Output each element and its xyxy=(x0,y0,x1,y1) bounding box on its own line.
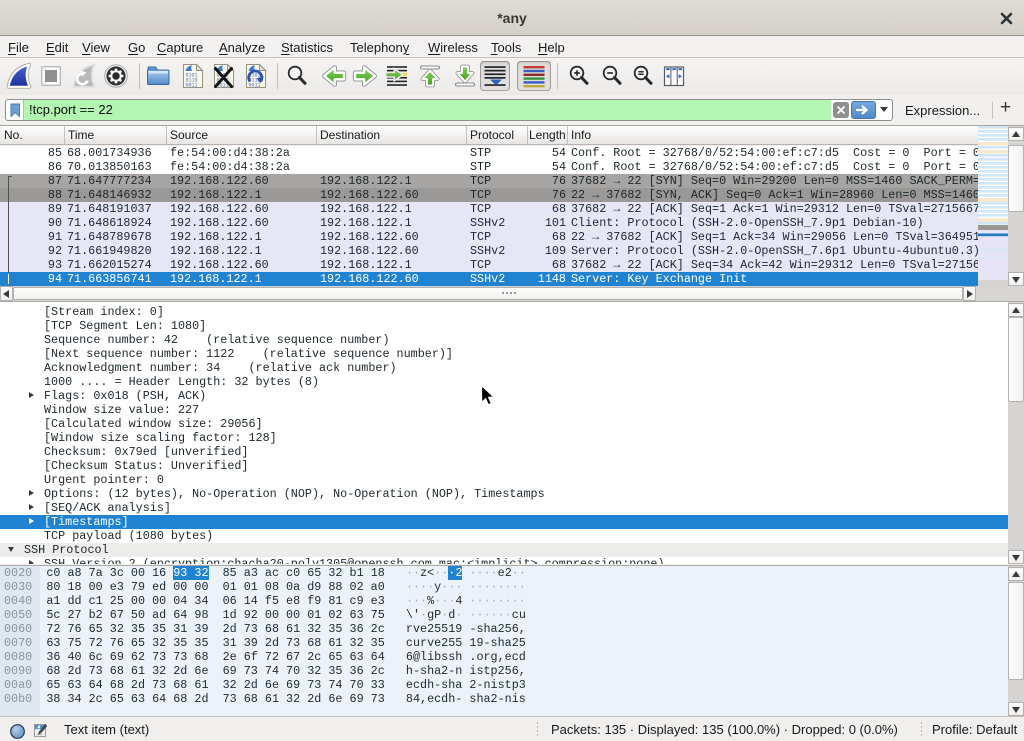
svg-text:0011: 0011 xyxy=(185,83,197,89)
svg-text:0011: 0011 xyxy=(248,83,260,89)
